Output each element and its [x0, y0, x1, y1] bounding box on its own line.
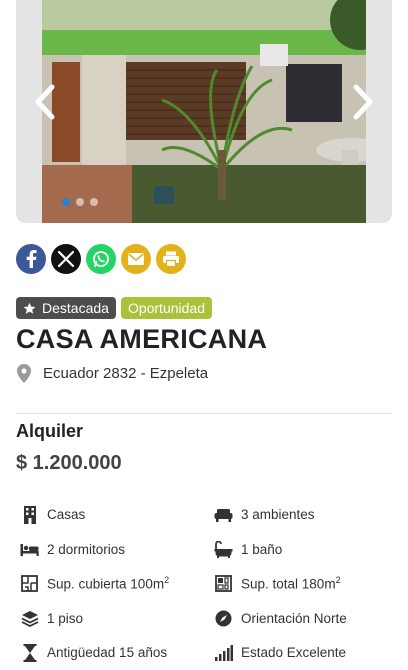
floorplan-icon — [21, 575, 38, 592]
facebook-icon — [26, 250, 37, 268]
property-badges: Destacada Oportunidad — [16, 297, 212, 319]
property-photo[interactable] — [42, 0, 366, 223]
feature-condition-text: Estado Excelente — [241, 645, 347, 660]
feature-total-area: Sup. total 180m2 — [214, 574, 341, 593]
chevron-left-icon — [35, 84, 55, 120]
gallery-dots — [62, 198, 98, 206]
gallery-dot[interactable] — [76, 198, 84, 206]
bathtub-icon — [214, 541, 233, 558]
covered-area-label: Sup. cubierta 100m — [47, 576, 165, 592]
floorplan-total-icon — [215, 575, 232, 592]
feature-orientation-text: Orientación Norte — [241, 611, 347, 626]
building-icon — [23, 505, 36, 524]
feature-type-text: Casas — [47, 507, 86, 522]
share-buttons — [16, 244, 186, 274]
property-photo-image — [42, 0, 366, 223]
envelope-icon — [128, 253, 144, 265]
bed-icon — [20, 543, 39, 556]
hourglass-icon — [23, 643, 36, 662]
x-share-button[interactable] — [51, 244, 81, 274]
feature-bathrooms-text: 1 baño — [241, 542, 283, 557]
feature-age-text: Antigüedad 15 años — [47, 645, 168, 660]
feature-age: Antigüedad 15 años — [20, 643, 167, 662]
total-area-sup: 2 — [335, 575, 341, 586]
printer-icon — [163, 251, 179, 267]
feature-covered-area: Sup. cubierta 100m2 — [20, 574, 169, 593]
gallery-next-button[interactable] — [346, 80, 380, 124]
opportunity-badge: Oportunidad — [120, 297, 212, 319]
photo-gallery — [16, 0, 392, 223]
property-address: Ecuador 2832 - Ezpeleta — [16, 364, 208, 383]
layers-icon — [21, 611, 38, 627]
feature-total-area-text: Sup. total 180m2 — [241, 575, 341, 592]
feature-rooms-text: 3 ambientes — [241, 507, 315, 522]
facebook-share-button[interactable] — [16, 244, 46, 274]
total-area-label: Sup. total 180m — [241, 576, 336, 592]
feature-rooms: 3 ambientes — [214, 505, 315, 524]
feature-floors: 1 piso — [20, 609, 83, 628]
featured-badge: Destacada — [16, 297, 116, 319]
feature-bathrooms: 1 baño — [214, 540, 282, 559]
feature-condition: Estado Excelente — [214, 643, 346, 662]
feature-covered-area-text: Sup. cubierta 100m2 — [47, 575, 169, 592]
x-icon — [58, 251, 74, 267]
address-text: Ecuador 2832 - Ezpeleta — [43, 365, 209, 382]
covered-area-sup: 2 — [164, 575, 170, 586]
email-share-button[interactable] — [121, 244, 151, 274]
feature-bedrooms: 2 dormitorios — [20, 540, 125, 559]
couch-icon — [214, 508, 233, 522]
location-pin-icon — [17, 364, 31, 383]
whatsapp-share-button[interactable] — [86, 244, 116, 274]
chevron-right-icon — [353, 84, 373, 120]
print-button[interactable] — [156, 244, 186, 274]
feature-orientation: Orientación Norte — [214, 609, 347, 628]
feature-type: Casas — [20, 505, 85, 524]
section-divider — [16, 413, 392, 414]
signal-bars-icon — [214, 644, 233, 661]
gallery-dot[interactable] — [90, 198, 98, 206]
feature-floors-text: 1 piso — [47, 611, 84, 626]
operation-type: Alquiler — [16, 421, 84, 441]
star-icon — [23, 302, 36, 314]
gallery-prev-button[interactable] — [28, 80, 62, 124]
property-price: $ 1.200.000 — [16, 452, 122, 474]
property-title: CASA AMERICANA — [16, 324, 268, 354]
whatsapp-icon — [93, 251, 109, 267]
feature-bedrooms-text: 2 dormitorios — [47, 542, 126, 557]
compass-icon — [215, 610, 232, 627]
featured-badge-label: Destacada — [42, 300, 109, 316]
opportunity-badge-label: Oportunidad — [127, 300, 205, 316]
gallery-dot[interactable] — [62, 198, 70, 206]
